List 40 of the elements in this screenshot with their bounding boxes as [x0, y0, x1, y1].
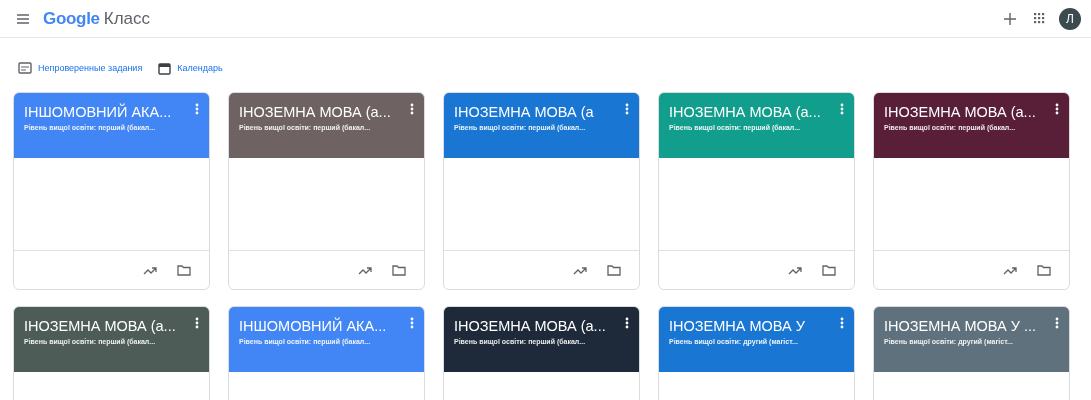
menu-icon: [17, 13, 29, 24]
calendar-icon: [158, 61, 172, 75]
nav-link[interactable]: Непроверенные задания: [18, 62, 143, 74]
more-vert-icon: [625, 317, 629, 329]
nav-link[interactable]: Календарь: [158, 61, 223, 75]
folder-icon: [1037, 264, 1051, 276]
more-vert-icon: [1055, 103, 1059, 115]
more-vert-icon: [410, 103, 414, 115]
class-title[interactable]: ІНОЗЕМНА МОВА (а: [454, 103, 621, 121]
more-vert-icon: [840, 317, 844, 329]
assignment-icon: [18, 62, 32, 74]
more-vert-icon: [195, 317, 199, 329]
class-title[interactable]: ІНОЗЕМНА МОВА (а...: [884, 103, 1051, 121]
logo-text: Google: [43, 8, 100, 29]
trending-up-icon: [1003, 265, 1017, 275]
folder-icon: [177, 264, 191, 276]
trending-up-icon: [573, 265, 587, 275]
plus-icon: [1004, 12, 1016, 25]
class-title[interactable]: ІНШОМОВНИЙ АКА...: [239, 317, 406, 335]
folder-icon: [607, 264, 621, 276]
trending-up-icon: [788, 265, 802, 275]
class-title[interactable]: ІНОЗЕМНА МОВА У: [669, 317, 836, 335]
class-title[interactable]: ІНОЗЕМНА МОВА (а...: [454, 317, 621, 335]
product-name: Класс: [103, 8, 151, 29]
trending-up-icon: [143, 265, 157, 275]
more-vert-icon: [1055, 317, 1059, 329]
more-vert-icon: [410, 317, 414, 329]
class-title[interactable]: ІНОЗЕМНА МОВА (а...: [239, 103, 406, 121]
apps-grid-icon: [1034, 13, 1045, 24]
folder-icon: [822, 264, 836, 276]
class-title[interactable]: ІНОЗЕМНА МОВА У ...: [884, 317, 1051, 335]
class-title[interactable]: ІНШОМОВНИЙ АКА...: [24, 103, 191, 121]
class-title[interactable]: ІНОЗЕМНА МОВА (а...: [24, 317, 191, 335]
more-vert-icon: [840, 103, 844, 115]
user-avatar[interactable]: Л: [1059, 7, 1081, 30]
trending-up-icon: [358, 265, 372, 275]
more-vert-icon: [195, 103, 199, 115]
folder-icon: [392, 264, 406, 276]
class-title[interactable]: ІНОЗЕМНА МОВА (а...: [669, 103, 836, 121]
more-vert-icon: [625, 103, 629, 115]
